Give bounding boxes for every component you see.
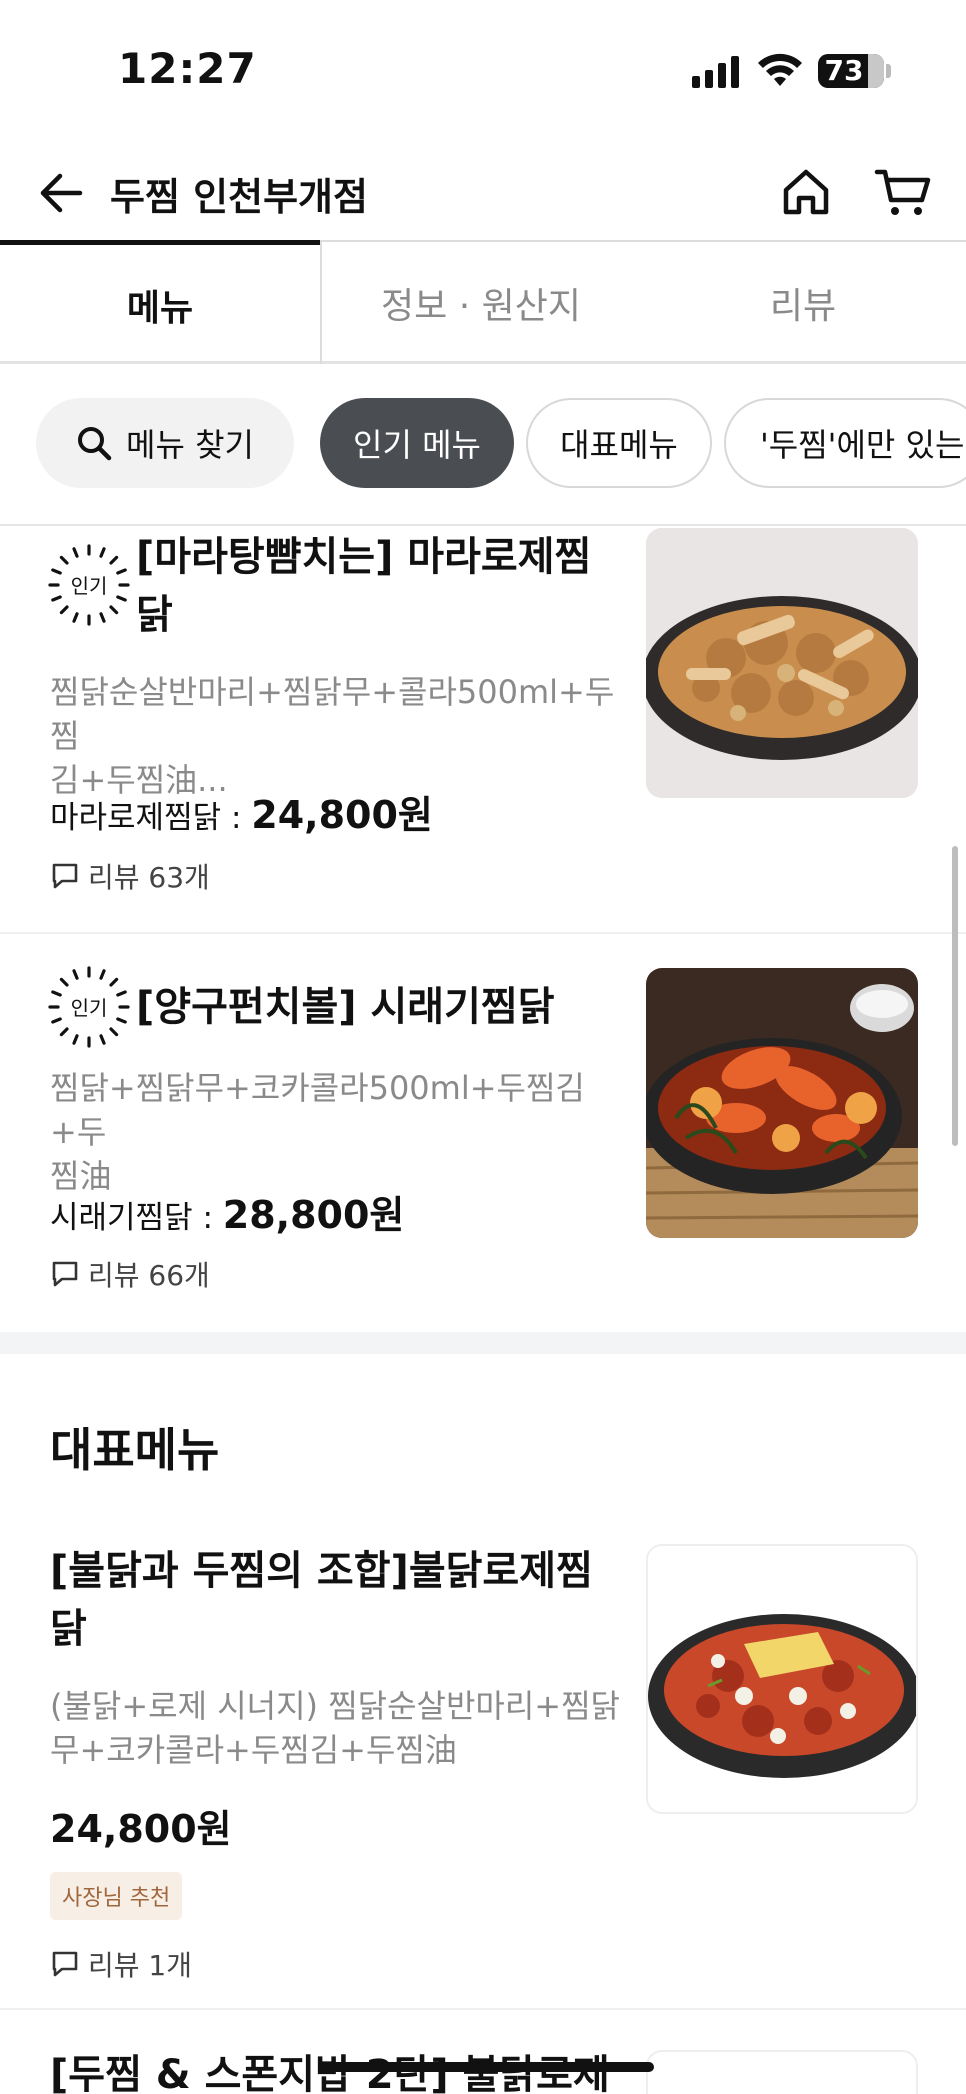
store-header: 두찜 인천부개점 [0,148,966,238]
item-title: [양구펀치볼] 시래기찜닭 [136,984,555,1030]
item-title: [마라탕뺨치는] 마라로제찜 [136,534,592,580]
item-price: 24,800원 [50,1807,232,1851]
popular-badge-label: 인기 [70,574,108,598]
item-price-label: 시래기찜닭 : [50,1200,223,1236]
review-bubble-icon [52,863,78,889]
back-arrow-icon[interactable] [36,168,86,218]
home-icon[interactable] [778,164,834,220]
owner-recommend-badge: 사장님 추천 [50,1872,183,1920]
item-title: [불닭과 두찜의 조합]불닭로제찜 [50,1548,593,1594]
item-description: 찜닭+찜닭무+코카콜라500ml+두찜김+두 [50,1069,585,1151]
search-icon [78,427,112,461]
menu-search-button[interactable]: 메뉴 찾기 [36,398,294,488]
store-title: 두찜 인천부개점 [110,175,368,219]
battery-icon: 73 [818,54,884,88]
item-title-cont: 닭 [136,592,173,638]
item-price-label: 마라로제찜닭 : [50,800,252,836]
menu-item-photo [646,968,918,1238]
menu-item[interactable]: [불닭과 두찜의 조합]불닭로제찜 닭 (불닭+로제 시너지) 찜닭순살반마리+… [0,1530,966,2008]
chip-doojjim-only[interactable]: '두찜'에만 있는 [724,398,966,488]
item-description: 찜닭순살반마리+찜닭무+콜라500ml+두찜 [50,673,615,755]
section-title: 대표메뉴 [50,1423,220,1477]
tab-reviews[interactable]: 리뷰 [640,240,966,364]
menu-item[interactable]: 인기 [마라탕뺨치는] 마라로제찜 닭 찜닭순살반마리+찜닭무+콜라500ml+… [0,526,966,932]
tab-menu[interactable]: 메뉴 [0,240,320,364]
battery-level: 73 [824,54,864,87]
menu-item[interactable]: 인기 [양구펀치볼] 시래기찜닭 찜닭+찜닭무+코카콜라500ml+두찜김+두 … [0,934,966,1330]
review-bubble-icon [52,1261,78,1287]
item-price: 24,800원 [251,793,433,837]
menu-search-label: 메뉴 찾기 [126,426,254,464]
store-tabs: 메뉴 정보 · 원산지 리뷰 [0,240,966,364]
cart-icon[interactable] [874,164,932,220]
status-bar: 12:27 73 [0,0,966,140]
status-time: 12:27 [118,44,257,93]
scrollbar[interactable] [952,846,958,1146]
review-bubble-icon [52,1951,78,1977]
home-indicator[interactable] [318,2062,654,2072]
review-count: 리뷰 66개 [88,1259,210,1292]
item-description-cont: 무+코카콜라+두찜김+두찜油 [50,1731,457,1769]
review-count: 리뷰 63개 [88,861,210,894]
popular-badge-label: 인기 [70,996,108,1020]
tab-info-origin[interactable]: 정보 · 원산지 [320,240,640,364]
menu-item-photo [646,1544,918,1814]
menu-item-photo [646,528,918,798]
item-description: (불닭+로제 시너지) 찜닭순살반마리+찜닭 [50,1687,620,1725]
wifi-icon [758,53,802,86]
menu-category-chips: 메뉴 찾기 인기 메뉴 대표메뉴 '두찜'에만 있는 [36,398,966,490]
cellular-signal-icon [692,56,740,88]
menu-item-photo [646,2050,918,2094]
chip-popular-menu[interactable]: 인기 메뉴 [320,398,514,488]
item-price: 28,800원 [222,1193,405,1237]
review-count: 리뷰 1개 [88,1949,192,1982]
menu-item[interactable]: [두찜 & 스폰지밥 2탄] 불닭로제 [0,2010,966,2094]
chip-signature-menu[interactable]: 대표메뉴 [526,398,712,488]
item-title-cont: 닭 [50,1606,87,1652]
